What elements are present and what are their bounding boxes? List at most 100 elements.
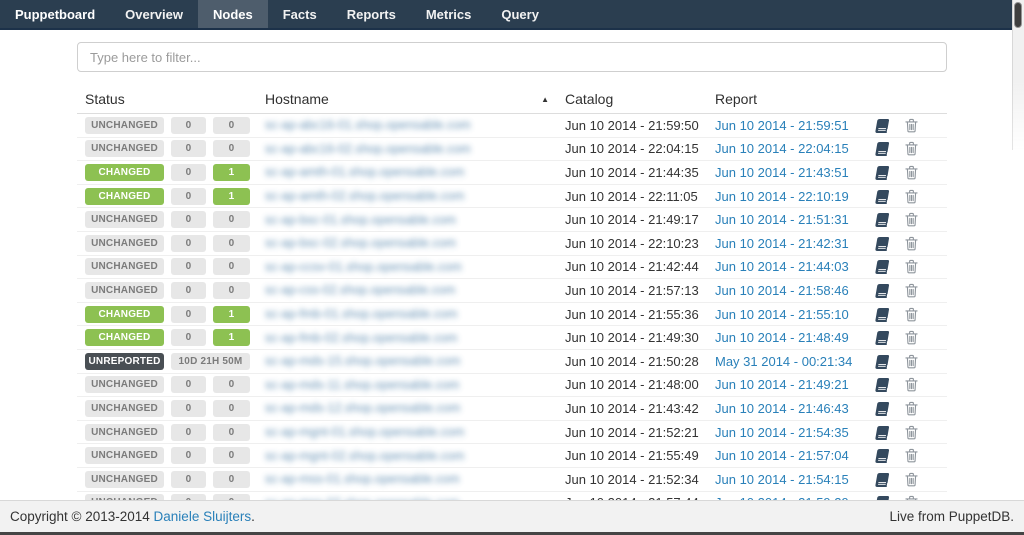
report-link[interactable]: Jun 10 2014 - 21:54:35 <box>715 425 849 440</box>
brand-puppetboard[interactable]: Puppetboard <box>0 0 110 28</box>
table-row: UNCHANGED 00 sc-ap-bsc-02.shop.opensable… <box>77 232 947 256</box>
delete-trash-icon[interactable] <box>905 283 918 298</box>
actions-cell <box>865 212 947 227</box>
column-header-report[interactable]: Report <box>715 91 865 107</box>
filter-bar <box>77 42 947 72</box>
delete-trash-icon[interactable] <box>905 141 918 156</box>
report-link[interactable]: Jun 10 2014 - 21:57:04 <box>715 448 849 463</box>
column-header-hostname[interactable]: Hostname ▲ <box>265 91 565 107</box>
hostname-link[interactable]: sc-ap-bsc-01.shop.opensable.com <box>265 213 456 227</box>
report-link[interactable]: Jun 10 2014 - 22:04:15 <box>715 141 849 156</box>
delete-trash-icon[interactable] <box>905 189 918 204</box>
report-link[interactable]: Jun 10 2014 - 21:54:15 <box>715 472 849 487</box>
report-book-icon[interactable] <box>874 212 892 227</box>
hostname-link[interactable]: sc-ap-ccsv-01.shop.opensable.com <box>265 260 462 274</box>
report-link[interactable]: Jun 10 2014 - 21:49:21 <box>715 377 849 392</box>
nav-tab-facts[interactable]: Facts <box>268 0 332 28</box>
report-link[interactable]: Jun 10 2014 - 21:48:49 <box>715 330 849 345</box>
delete-trash-icon[interactable] <box>905 236 918 251</box>
report-book-icon[interactable] <box>874 401 892 416</box>
report-book-icon[interactable] <box>874 377 892 392</box>
delete-trash-icon[interactable] <box>905 401 918 416</box>
status-badge: UNCHANGED <box>85 400 164 417</box>
report-book-icon[interactable] <box>874 118 892 133</box>
report-link[interactable]: Jun 10 2014 - 21:51:31 <box>715 212 849 227</box>
report-book-icon[interactable] <box>874 307 892 322</box>
hostname-link[interactable]: sc-ap-bsc-02.shop.opensable.com <box>265 236 456 250</box>
hostname-link[interactable]: sc-ap-amth-02.shop.opensable.com <box>265 189 464 203</box>
actions-cell <box>865 141 947 156</box>
report-book-icon[interactable] <box>874 189 892 204</box>
delete-trash-icon[interactable] <box>905 307 918 322</box>
delete-trash-icon[interactable] <box>905 165 918 180</box>
delete-trash-icon[interactable] <box>905 448 918 463</box>
report-book-icon[interactable] <box>874 472 892 487</box>
hostname-cell: sc-ap-mgnt-02.shop.opensable.com <box>265 449 565 463</box>
status-badge: UNREPORTED <box>85 353 164 370</box>
report-book-icon[interactable] <box>874 283 892 298</box>
report-link[interactable]: Jun 10 2014 - 21:55:10 <box>715 307 849 322</box>
catalog-timestamp: Jun 10 2014 - 21:44:35 <box>565 165 699 180</box>
catalog-timestamp: Jun 10 2014 - 21:49:30 <box>565 330 699 345</box>
report-link[interactable]: Jun 10 2014 - 21:46:43 <box>715 401 849 416</box>
report-link[interactable]: Jun 10 2014 - 21:42:31 <box>715 236 849 251</box>
failed-count-badge: 0 <box>171 282 206 299</box>
hostname-link[interactable]: sc-ap-amth-01.shop.opensable.com <box>265 165 464 179</box>
footer-author-link[interactable]: Daniele Sluijters <box>154 509 252 524</box>
hostname-link[interactable]: sc-ap-fmb-02.shop.opensable.com <box>265 331 457 345</box>
report-cell: Jun 10 2014 - 22:04:15 <box>715 141 865 156</box>
delete-trash-icon[interactable] <box>905 118 918 133</box>
report-cell: May 31 2014 - 00:21:34 <box>715 354 865 369</box>
column-header-status[interactable]: Status <box>77 91 265 107</box>
hostname-cell: sc-ap-abc16-01.shop.opensable.com <box>265 118 565 132</box>
report-book-icon[interactable] <box>874 259 892 274</box>
report-link[interactable]: Jun 10 2014 - 21:44:03 <box>715 259 849 274</box>
hostname-link[interactable]: sc-ap-mds-12.shop.opensable.com <box>265 401 460 415</box>
report-link[interactable]: Jun 10 2014 - 21:43:51 <box>715 165 849 180</box>
failed-count-badge: 0 <box>171 424 206 441</box>
column-header-catalog[interactable]: Catalog <box>565 91 715 107</box>
scrollbar-thumb[interactable] <box>1014 2 1022 28</box>
hostname-link[interactable]: sc-ap-abc16-01.shop.opensable.com <box>265 118 471 132</box>
delete-trash-icon[interactable] <box>905 259 918 274</box>
report-book-icon[interactable] <box>874 448 892 463</box>
column-header-hostname-label: Hostname <box>265 91 329 107</box>
report-book-icon[interactable] <box>874 354 892 369</box>
catalog-timestamp: Jun 10 2014 - 21:52:21 <box>565 425 699 440</box>
report-book-icon[interactable] <box>874 425 892 440</box>
nav-tab-nodes[interactable]: Nodes <box>198 0 268 28</box>
hostname-link[interactable]: sc-ap-mss-01.shop.opensable.com <box>265 472 460 486</box>
hostname-link[interactable]: sc-ap-fmb-01.shop.opensable.com <box>265 307 457 321</box>
nav-tab-metrics[interactable]: Metrics <box>411 0 487 28</box>
hostname-link[interactable]: sc-ap-mgnt-01.shop.opensable.com <box>265 425 464 439</box>
report-book-icon[interactable] <box>874 236 892 251</box>
hostname-link[interactable]: sc-ap-mds-11.shop.opensable.com <box>265 378 459 392</box>
status-cell: UNCHANGED 00 <box>77 140 265 157</box>
delete-trash-icon[interactable] <box>905 425 918 440</box>
hostname-link[interactable]: sc-ap-css-02.shop.opensable.com <box>265 283 455 297</box>
hostname-cell: sc-ap-ccsv-01.shop.opensable.com <box>265 260 565 274</box>
hostname-link[interactable]: sc-ap-abc16-02.shop.opensable.com <box>265 142 471 156</box>
hostname-link[interactable]: sc-ap-mds-15.shop.opensable.com <box>265 354 460 368</box>
delete-trash-icon[interactable] <box>905 472 918 487</box>
report-link[interactable]: Jun 10 2014 - 22:10:19 <box>715 189 849 204</box>
report-book-icon[interactable] <box>874 165 892 180</box>
delete-trash-icon[interactable] <box>905 377 918 392</box>
nav-tab-overview[interactable]: Overview <box>110 0 198 28</box>
nav-tab-query[interactable]: Query <box>486 0 554 28</box>
hostname-link[interactable]: sc-ap-mgnt-02.shop.opensable.com <box>265 449 464 463</box>
delete-trash-icon[interactable] <box>905 330 918 345</box>
delete-trash-icon[interactable] <box>905 354 918 369</box>
status-badge: UNCHANGED <box>85 211 164 228</box>
report-link[interactable]: May 31 2014 - 00:21:34 <box>715 354 852 369</box>
report-link[interactable]: Jun 10 2014 - 21:58:46 <box>715 283 849 298</box>
report-book-icon[interactable] <box>874 141 892 156</box>
nav-tab-reports[interactable]: Reports <box>332 0 411 28</box>
status-badge: UNCHANGED <box>85 258 164 275</box>
catalog-timestamp: Jun 10 2014 - 21:52:34 <box>565 472 699 487</box>
delete-trash-icon[interactable] <box>905 212 918 227</box>
status-cell: UNCHANGED 00 <box>77 258 265 275</box>
report-link[interactable]: Jun 10 2014 - 21:59:51 <box>715 118 849 133</box>
filter-input[interactable] <box>77 42 947 72</box>
report-book-icon[interactable] <box>874 330 892 345</box>
